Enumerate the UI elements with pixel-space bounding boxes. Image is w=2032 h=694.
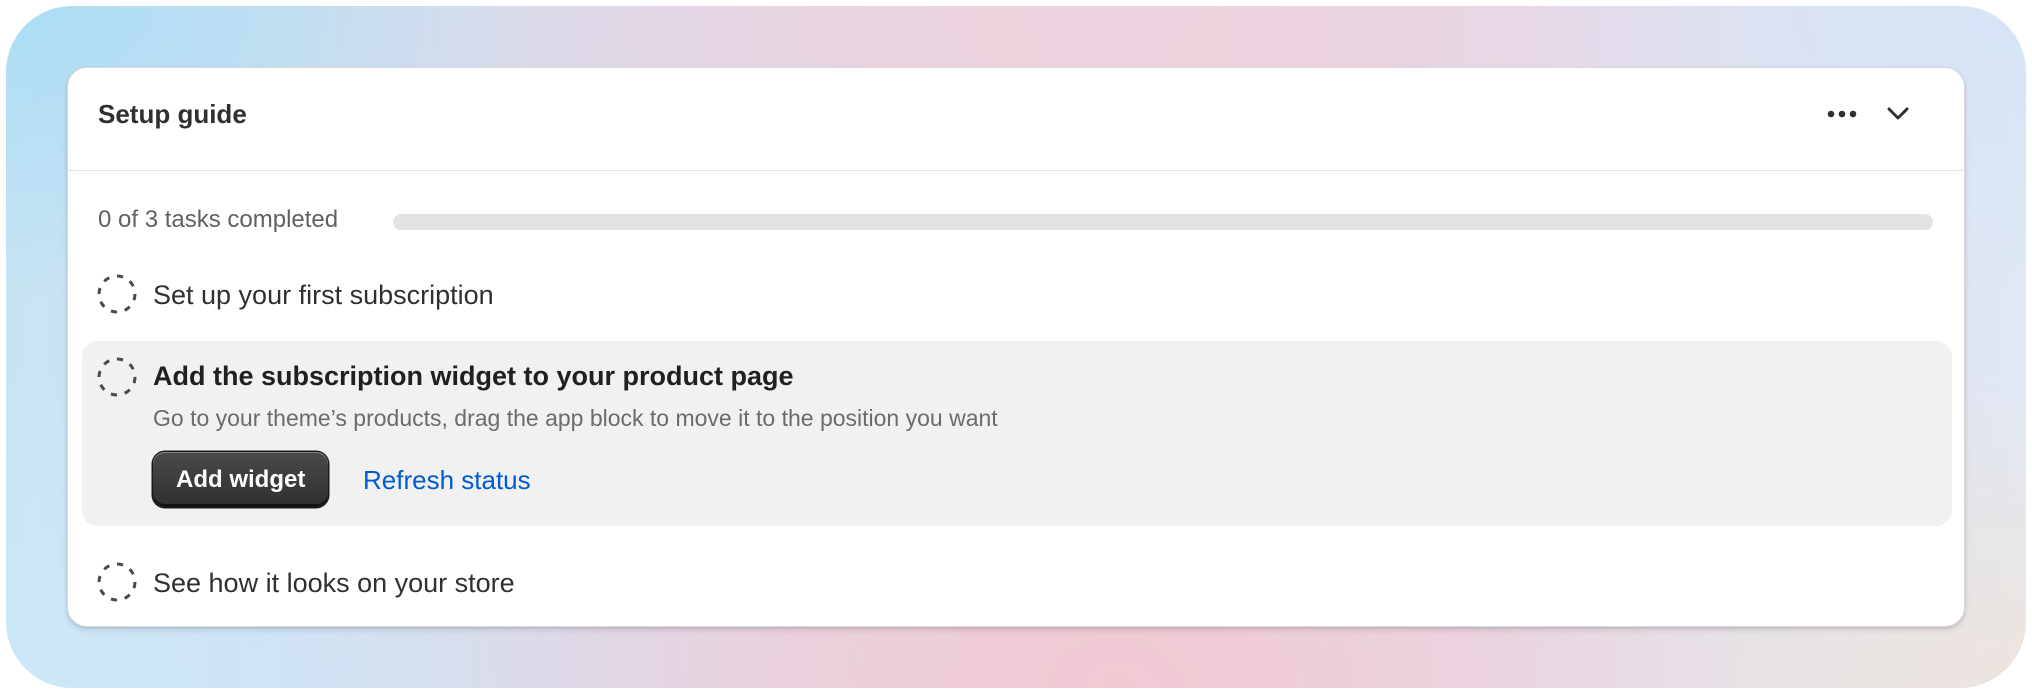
task-item-see-store[interactable]: See how it looks on your store	[82, 551, 1952, 613]
refresh-status-link[interactable]: Refresh status	[363, 465, 531, 495]
incomplete-circle-icon	[97, 274, 137, 314]
task-description: Go to your theme’s products, drag the ap…	[153, 405, 998, 431]
card-title: Setup guide	[98, 99, 247, 129]
task-title: See how it looks on your store	[153, 568, 515, 598]
task-item-subscription-widget[interactable]: Add the subscription widget to your prod…	[82, 341, 1952, 526]
progress-label: 0 of 3 tasks completed	[98, 206, 339, 233]
incomplete-circle-icon	[97, 562, 137, 602]
progress-row: 0 of 3 tasks completed	[98, 203, 1936, 237]
collapse-button[interactable]	[1874, 90, 1922, 138]
task-item-first-subscription[interactable]: Set up your first subscription	[82, 263, 1952, 325]
task-title: Add the subscription widget to your prod…	[153, 361, 794, 391]
add-widget-button[interactable]: Add widget	[153, 452, 329, 507]
more-horizontal-icon	[1827, 110, 1857, 118]
incomplete-circle-icon	[97, 357, 137, 397]
progress-bar	[393, 214, 1933, 230]
setup-guide-card: Setup guide 0 of 3 tasks completed Set u…	[67, 67, 1965, 627]
chevron-down-icon	[1887, 107, 1909, 120]
card-header: Setup guide	[68, 68, 1964, 171]
task-title: Set up your first subscription	[153, 280, 494, 310]
more-actions-button[interactable]	[1818, 90, 1866, 138]
